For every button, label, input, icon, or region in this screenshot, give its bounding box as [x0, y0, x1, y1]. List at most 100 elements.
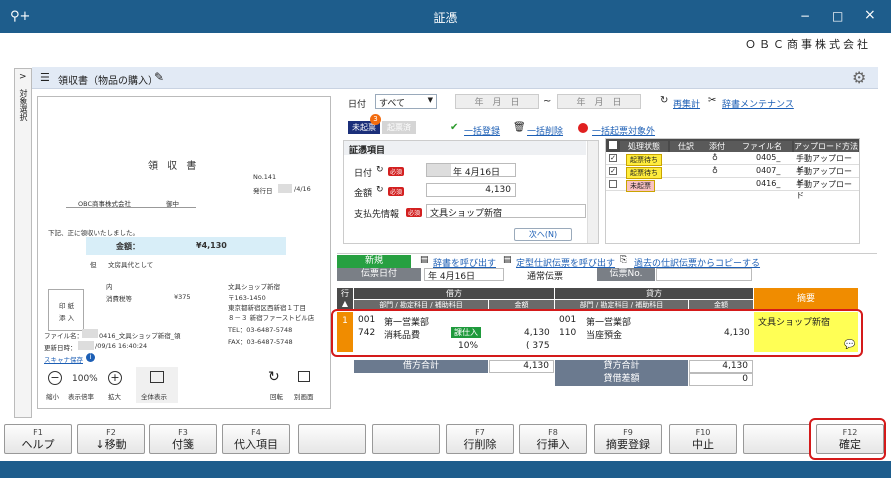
- file-name[interactable]: 0407_: [756, 166, 780, 175]
- diff-value: 0: [689, 373, 753, 386]
- date-from-input[interactable]: 年 月 日: [455, 94, 539, 109]
- status-bar: [0, 461, 891, 478]
- amount-label: 金額: [354, 189, 373, 199]
- fkey-f8[interactable]: F8 行挿入: [519, 424, 587, 454]
- fkey-f4[interactable]: F4 代入項目: [222, 424, 290, 454]
- fkey-f9[interactable]: F9 摘要登録: [594, 424, 662, 454]
- fkey-label: 代入項目: [234, 438, 278, 451]
- list-row[interactable]: 未起票 0416_ 手動アップロード: [606, 178, 859, 200]
- fkey-label: 付箋: [172, 438, 194, 451]
- list-row[interactable]: ✓ 起票待ち ♁ 0407_ 手動アップロード: [606, 165, 859, 187]
- zoom-out-icon[interactable]: −: [48, 371, 62, 385]
- zoom-in-label: 拡大: [108, 393, 121, 401]
- fkey-f3[interactable]: F3 付箋: [149, 424, 217, 454]
- refresh-icon: ↻: [660, 95, 669, 106]
- fkey-f7[interactable]: F7 行削除: [446, 424, 514, 454]
- sort-up-icon[interactable]: ▲: [342, 299, 348, 308]
- fkey-code: F9: [623, 428, 633, 437]
- date-to-input[interactable]: 年 月 日: [557, 94, 641, 109]
- fit-label: 全体表示: [141, 393, 167, 401]
- debit-header: 借方: [354, 288, 554, 299]
- header-method[interactable]: アップロード方法: [794, 141, 858, 152]
- row-checkbox[interactable]: [609, 180, 617, 188]
- fkey-f2[interactable]: F2 ↓移動: [77, 424, 145, 454]
- row-checkbox[interactable]: ✓: [609, 167, 617, 175]
- list-icon: ☰: [40, 71, 50, 84]
- gear-icon[interactable]: ⚙: [852, 68, 866, 87]
- fkey-label: ↓移動: [95, 438, 127, 451]
- next-button[interactable]: 次へ(N): [514, 228, 572, 241]
- book-icon: ▤: [420, 255, 429, 265]
- credit-total: 4,130: [689, 360, 753, 373]
- date-value: 年 4月16日: [453, 168, 501, 178]
- evidence-panel: 証憑項目 日付 ↻ 必須 年 4月16日 金額 ↻ 必須 4,130 支払先情報…: [343, 140, 599, 244]
- minimize-button[interactable]: −: [800, 9, 810, 23]
- fkey-label: 摘要登録: [606, 438, 650, 451]
- credit-total-label: 貸方合計: [555, 360, 688, 373]
- fkey-label: 行削除: [463, 438, 497, 451]
- separate-window-icon[interactable]: [298, 371, 310, 382]
- amount-band: 金額： ¥4,130: [86, 237, 286, 255]
- shop-addr1: 東京都新宿区西新宿１丁目: [228, 304, 306, 312]
- new-voucher-badge: 新規: [337, 255, 411, 268]
- fit-button[interactable]: 全体表示: [136, 367, 178, 403]
- date-filter-select[interactable]: すべて ▼: [375, 94, 437, 109]
- date-filter-value: すべて: [379, 99, 406, 109]
- header-journal[interactable]: 仕訳: [670, 141, 702, 152]
- bulb-icon[interactable]: ♁: [712, 153, 718, 162]
- maintenance-link[interactable]: 辞書メンテナンス: [722, 97, 794, 110]
- fkey-f10[interactable]: F10 中止: [669, 424, 737, 454]
- rotate-label: 回転: [270, 393, 283, 401]
- row-header-label: 行: [341, 289, 349, 298]
- file-name[interactable]: 0416_: [756, 179, 780, 188]
- bulb-icon[interactable]: ♁: [712, 166, 718, 175]
- unissued-count-badge: 3: [370, 114, 381, 125]
- amount-input[interactable]: 4,130: [426, 183, 516, 197]
- debit-total-label: 借方合計: [354, 360, 488, 373]
- fkey-empty[interactable]: [298, 424, 366, 454]
- scanner-link[interactable]: スキャナ保存: [44, 354, 83, 364]
- header-attach[interactable]: 添付: [702, 141, 732, 152]
- receipt-issue-date: /4/16: [294, 185, 311, 193]
- voucher-date-label: 伝票日付: [337, 268, 421, 281]
- date-input[interactable]: 年 4月16日: [426, 163, 516, 178]
- tax-value: ¥375: [174, 293, 191, 301]
- bulk-delete-link[interactable]: 一括削除: [527, 124, 563, 137]
- divider: [66, 207, 196, 208]
- fkey-empty[interactable]: [743, 424, 811, 454]
- info-icon[interactable]: i: [86, 353, 95, 362]
- mask-block: [278, 184, 292, 193]
- scrollbar[interactable]: [587, 141, 598, 243]
- select-all-checkbox[interactable]: [609, 141, 617, 149]
- voucher-date-input[interactable]: 年 4月16日: [424, 268, 504, 282]
- check-circle-icon: ✔: [450, 122, 459, 133]
- required-badge: 必須: [388, 187, 405, 196]
- row-checkbox[interactable]: ✓: [609, 154, 617, 162]
- header-file[interactable]: ファイル名: [732, 141, 792, 152]
- trash-icon: 🗑: [513, 122, 526, 133]
- tab-issued[interactable]: 起票済: [382, 121, 416, 134]
- close-button[interactable]: ×: [864, 7, 876, 23]
- bulk-exclude-link[interactable]: 一括起票対象外: [592, 124, 655, 137]
- payee-input[interactable]: 文具ショップ新宿: [426, 204, 586, 219]
- refresh-link[interactable]: 再集計: [673, 97, 700, 110]
- target-select-label: 対象選択: [19, 89, 28, 121]
- rotate-icon[interactable]: ↻: [268, 369, 280, 385]
- fkey-empty[interactable]: [372, 424, 440, 454]
- separate-label: 別画面: [294, 393, 314, 401]
- bulk-register-link[interactable]: 一括登録: [464, 124, 500, 137]
- maximize-button[interactable]: □: [832, 9, 843, 23]
- zoom-in-icon[interactable]: +: [108, 371, 122, 385]
- list-row[interactable]: ✓ 起票待ち ♁ 0405_ 手動アップロード: [606, 152, 859, 174]
- header-status[interactable]: 処理状態: [620, 141, 668, 152]
- voucher-no-label: 伝票No.: [597, 268, 655, 281]
- pencil-icon[interactable]: ✎: [154, 70, 164, 84]
- fkey-label: 中止: [692, 438, 714, 451]
- expand-arrow-icon[interactable]: >: [19, 72, 27, 82]
- divider: [337, 253, 877, 254]
- fkey-f1[interactable]: F1 ヘルプ: [4, 424, 72, 454]
- target-select-panel[interactable]: > 対象選択: [14, 68, 32, 418]
- fkey-label: ヘルプ: [21, 438, 55, 451]
- voucher-no-input[interactable]: [656, 268, 752, 281]
- file-name[interactable]: 0405_: [756, 153, 780, 162]
